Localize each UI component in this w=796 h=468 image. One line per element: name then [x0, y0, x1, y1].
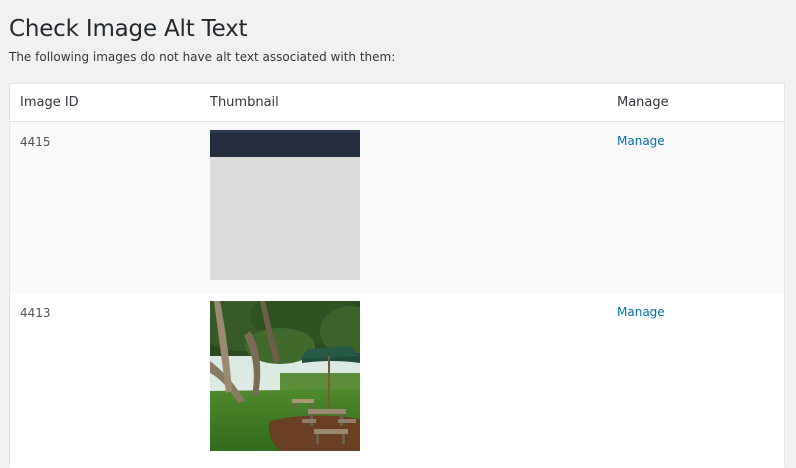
image-id-cell: 4413: [20, 306, 51, 320]
column-header-thumbnail: Thumbnail: [210, 95, 279, 110]
image-id-cell: 4415: [20, 135, 51, 149]
images-table: Image ID Thumbnail Manage 4415 Manage 44…: [9, 83, 785, 468]
page-description: The following images do not have alt tex…: [9, 50, 396, 64]
thumbnail-image: [210, 301, 360, 451]
column-header-image-id: Image ID: [20, 95, 79, 110]
table-row: 4413 Manage: [10, 293, 784, 468]
table-row: 4415 Manage: [10, 122, 784, 293]
manage-link[interactable]: Manage: [617, 304, 665, 320]
thumbnail-image: [210, 130, 360, 280]
manage-link[interactable]: Manage: [617, 133, 665, 149]
page-title: Check Image Alt Text: [9, 16, 248, 42]
table-header: Image ID Thumbnail Manage: [10, 84, 784, 122]
column-header-manage: Manage: [617, 95, 669, 110]
